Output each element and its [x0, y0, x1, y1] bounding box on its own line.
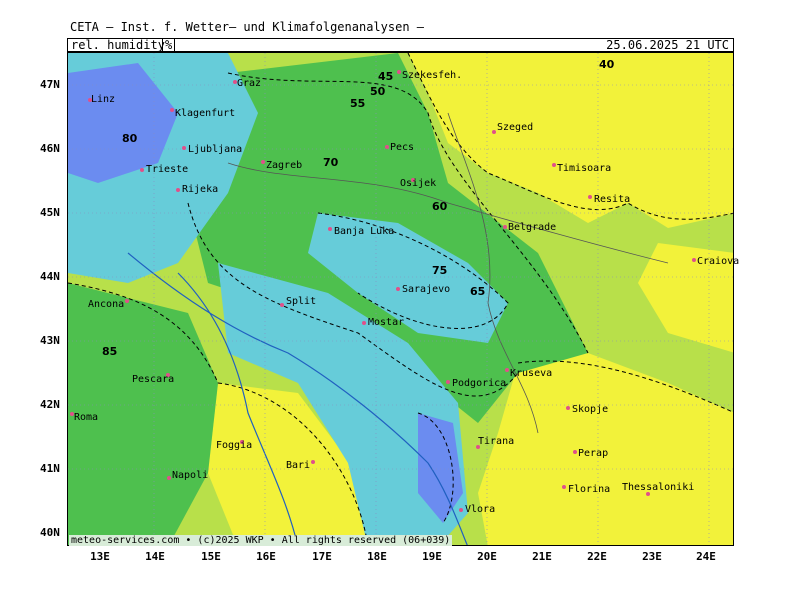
city-label: Pecs: [390, 142, 415, 153]
city-marker: [505, 368, 509, 372]
city-label: Podgorica: [452, 378, 507, 389]
city-label: Bari: [286, 460, 311, 471]
city-label: Roma: [74, 412, 99, 423]
city-label: Skopje: [572, 404, 609, 415]
humidity-map: [67, 52, 734, 546]
city-marker: [170, 108, 174, 112]
humidity-field: [68, 53, 733, 545]
city-label: Klagenfurt: [175, 108, 236, 119]
city-marker: [459, 508, 463, 512]
city-marker: [692, 258, 696, 262]
lon-label: 16E: [256, 550, 276, 563]
city-label: Pescara: [132, 374, 175, 385]
variable-label: rel. humidity: [71, 38, 165, 52]
lon-label: 13E: [90, 550, 110, 563]
city-marker: [446, 380, 450, 384]
lon-label: 18E: [367, 550, 387, 563]
contour-label: 40: [599, 58, 615, 71]
city-marker: [566, 406, 570, 410]
city-label: Trieste: [146, 164, 189, 175]
city-label: Perap: [578, 448, 609, 459]
city-marker: [385, 145, 389, 149]
city-marker: [182, 146, 186, 150]
contour-label: 70: [323, 156, 339, 169]
lon-label: 24E: [696, 550, 716, 563]
city-marker: [125, 299, 129, 303]
city-marker: [311, 460, 315, 464]
city-marker: [261, 160, 265, 164]
map-topbar: rel. humidity % 25.06.2025 21 UTC: [67, 38, 734, 52]
contour-label: 85: [102, 345, 118, 358]
contour-label: 50: [370, 85, 386, 98]
city-marker: [362, 321, 366, 325]
city-marker: [176, 188, 180, 192]
unit-label: %: [162, 39, 176, 51]
city-marker: [562, 485, 566, 489]
lon-label: 14E: [145, 550, 165, 563]
city-label: Foggia: [216, 440, 253, 451]
city-marker: [588, 195, 592, 199]
contour-label: 65: [470, 285, 486, 298]
city-label: Vlora: [465, 504, 496, 515]
lat-label: 42N: [40, 398, 60, 411]
city-label: Craiova: [697, 256, 740, 267]
city-label: Banja Luka: [334, 226, 395, 237]
lat-label: 45N: [40, 206, 60, 219]
lon-label: 23E: [642, 550, 662, 563]
city-label: Resita: [594, 194, 631, 205]
lon-label: 19E: [422, 550, 442, 563]
city-marker: [280, 303, 284, 307]
city-label: Split: [286, 296, 317, 307]
contour-label: 75: [432, 264, 448, 277]
lon-label: 17E: [312, 550, 332, 563]
city-label: Kruseva: [510, 368, 553, 379]
copyright-footer: meteo-services.com • (c)2025 WKP • All r…: [69, 535, 453, 546]
city-marker: [492, 130, 496, 134]
lon-label: 20E: [477, 550, 497, 563]
lat-label: 46N: [40, 142, 60, 155]
city-label: Sarajevo: [402, 284, 451, 295]
city-label: Ancona: [88, 299, 125, 310]
city-label: Zagreb: [266, 160, 303, 171]
city-marker: [328, 227, 332, 231]
contour-label: 55: [350, 97, 366, 110]
city-label: Mostar: [368, 317, 405, 328]
lat-label: 44N: [40, 270, 60, 283]
city-label: Linz: [91, 94, 116, 105]
city-label: Rijeka: [182, 184, 219, 195]
city-label: Osijek: [400, 178, 437, 189]
city-marker: [167, 476, 171, 480]
city-marker: [503, 225, 507, 229]
city-label: Napoli: [172, 470, 209, 481]
city-label: Florina: [568, 484, 611, 495]
city-marker: [552, 163, 556, 167]
city-label: Thessaloniki: [622, 482, 695, 493]
lat-label: 43N: [40, 334, 60, 347]
valid-datetime: 25.06.2025 21 UTC: [606, 38, 729, 52]
lon-label: 22E: [587, 550, 607, 563]
city-marker: [573, 450, 577, 454]
contour-label: 80: [122, 132, 138, 145]
city-label: Ljubljana: [188, 144, 243, 155]
lat-label: 47N: [40, 78, 60, 91]
city-label: Tirana: [478, 436, 515, 447]
city-marker: [396, 287, 400, 291]
lon-label: 21E: [532, 550, 552, 563]
contour-label: 45: [378, 70, 394, 83]
city-label: Timisoara: [557, 163, 612, 174]
lon-label: 15E: [201, 550, 221, 563]
city-marker: [140, 168, 144, 172]
lat-label: 41N: [40, 462, 60, 475]
lat-label: 40N: [40, 526, 60, 539]
city-label: Belgrade: [508, 222, 557, 233]
contour-label: 60: [432, 200, 448, 213]
city-label: Graz: [237, 78, 262, 89]
chart-title: CETA — Inst. f. Wetter— und Klimafolgena…: [70, 20, 425, 34]
city-label: Szeged: [497, 122, 534, 133]
city-marker: [397, 70, 401, 74]
city-label: Szekesfeh.: [402, 70, 463, 81]
